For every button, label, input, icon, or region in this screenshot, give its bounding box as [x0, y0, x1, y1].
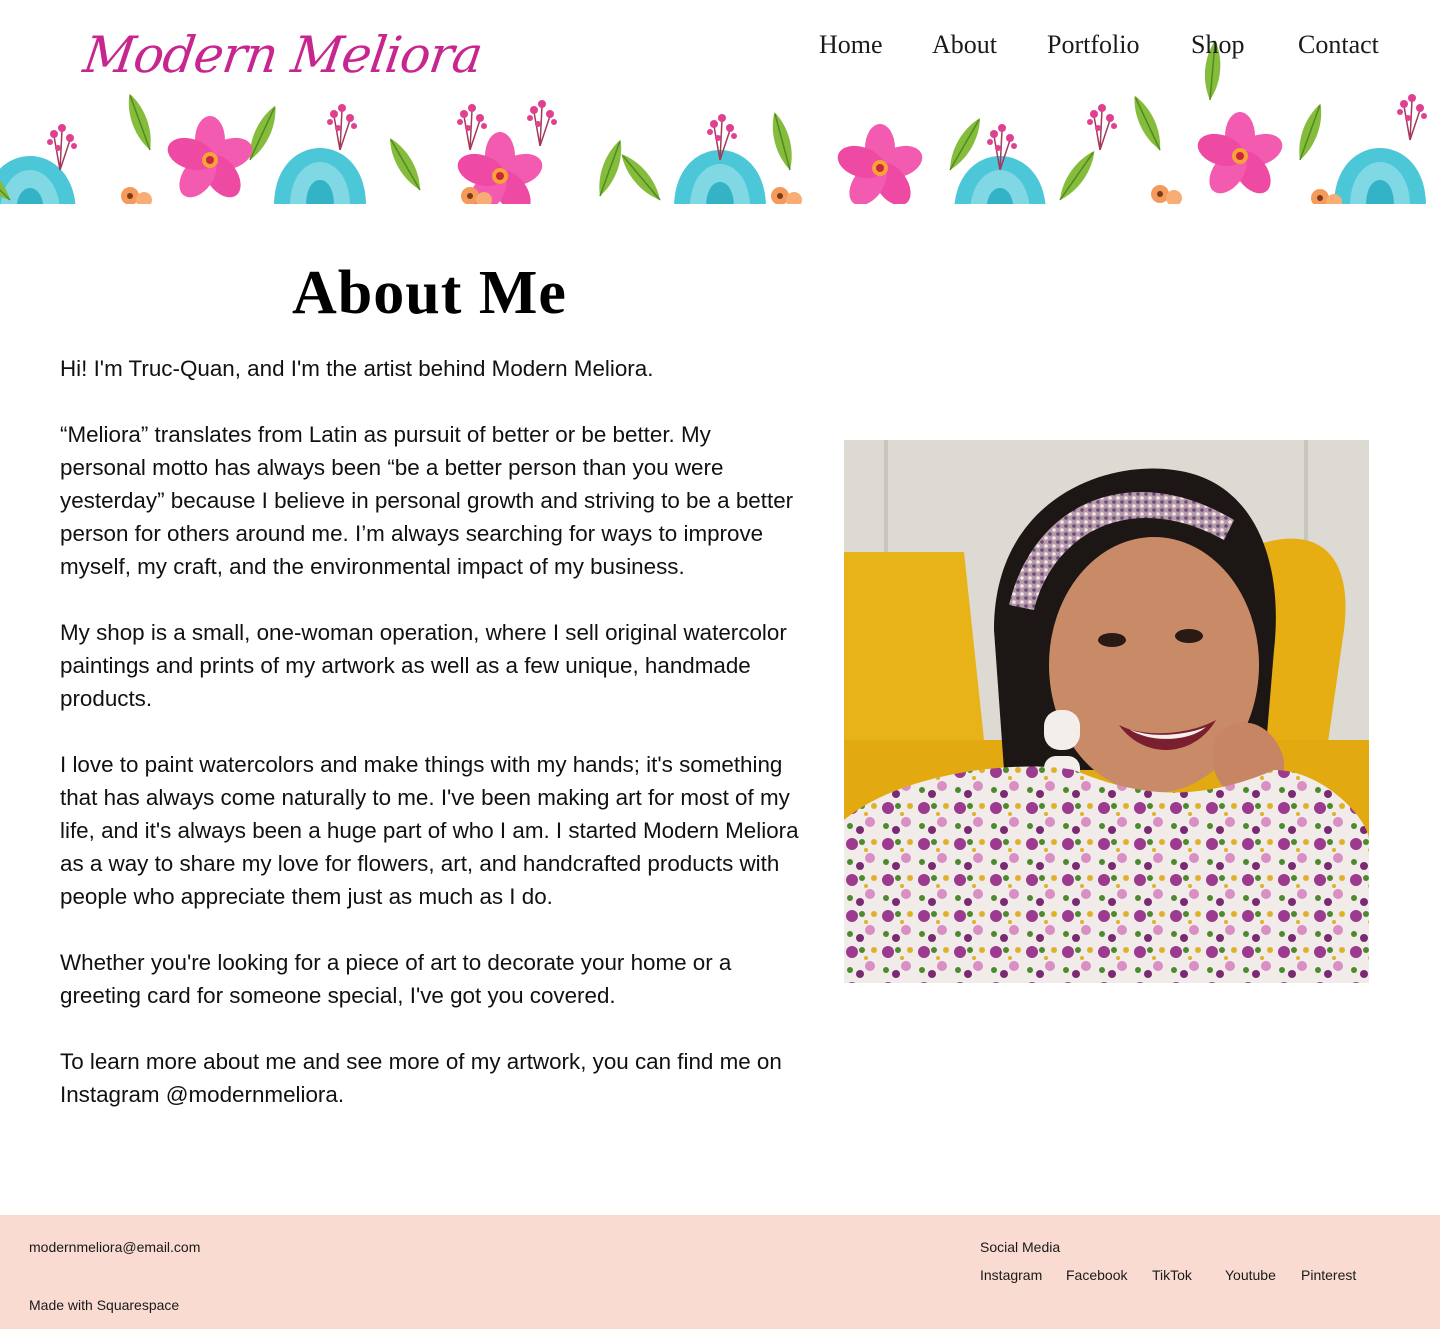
social-link-tiktok[interactable]: TikTok	[1152, 1267, 1192, 1283]
bio-paragraph: “Meliora” translates from Latin as pursu…	[60, 422, 794, 579]
artist-portrait-photo	[844, 440, 1369, 983]
nav-about[interactable]: About	[932, 30, 997, 60]
bio-paragraph: Whether you're looking for a piece of ar…	[60, 950, 732, 1008]
bio-paragraph: I love to paint watercolors and make thi…	[60, 752, 799, 909]
page-title: About Me	[292, 259, 567, 327]
bio-text: Hi! I'm Truc-Quan, and I'm the artist be…	[60, 352, 800, 1144]
nav-home[interactable]: Home	[819, 30, 883, 60]
social-link-pinterest[interactable]: Pinterest	[1301, 1267, 1356, 1283]
site-footer: modernmeliora@email.com Made with Square…	[0, 1215, 1440, 1329]
main-navigation: Home About Portfolio Shop Contact	[0, 30, 1440, 70]
bio-paragraph: My shop is a small, one-woman operation,…	[60, 620, 787, 711]
nav-shop[interactable]: Shop	[1191, 30, 1244, 60]
bio-paragraph: Hi! I'm Truc-Quan, and I'm the artist be…	[60, 356, 654, 381]
nav-contact[interactable]: Contact	[1298, 30, 1379, 60]
social-media-heading: Social Media	[980, 1239, 1061, 1255]
social-link-instagram[interactable]: Instagram	[980, 1267, 1042, 1283]
social-link-facebook[interactable]: Facebook	[1066, 1267, 1127, 1283]
bio-paragraph: To learn more about me and see more of m…	[60, 1049, 782, 1107]
made-with-squarespace: Made with Squarespace	[29, 1297, 180, 1313]
nav-portfolio[interactable]: Portfolio	[1047, 30, 1139, 60]
site-header: Modern Meliora Home About Portfolio Shop…	[0, 0, 1440, 204]
footer-email-link[interactable]: modernmeliora@email.com	[29, 1239, 200, 1255]
social-link-youtube[interactable]: Youtube	[1225, 1267, 1276, 1283]
